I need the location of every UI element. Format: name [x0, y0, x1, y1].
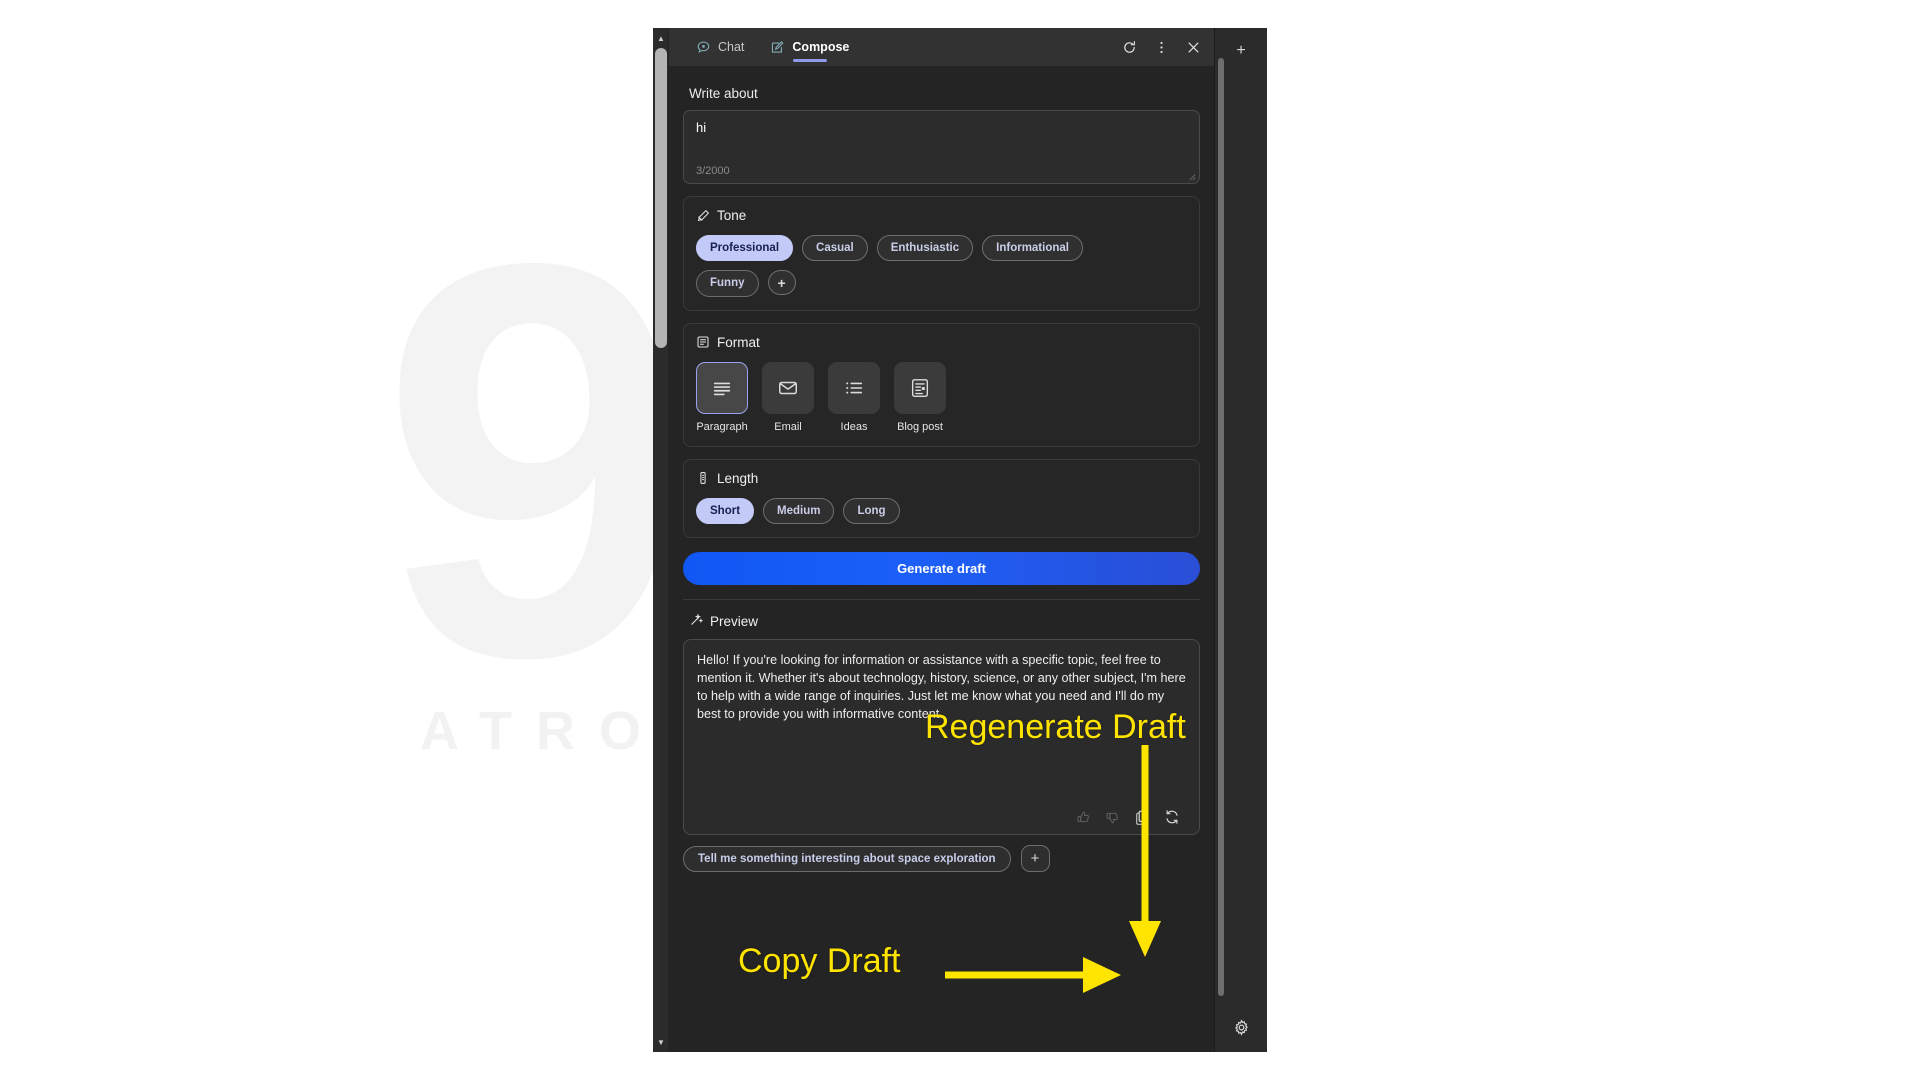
tab-chat[interactable]: Chat	[683, 28, 757, 66]
write-about-value: hi	[696, 120, 707, 135]
tone-header: Tone	[696, 208, 1187, 223]
thumbs-down-icon[interactable]	[1105, 810, 1120, 825]
blog-post-icon	[894, 361, 946, 414]
compose-panel: Chat Compose Write about hi 3/2000 Tone …	[669, 28, 1214, 1052]
screenshot-root: 9 ATRO ACADEMY ▲ ▼	[0, 0, 1920, 1080]
section-divider	[683, 599, 1200, 601]
tone-pill-casual[interactable]: Casual	[802, 235, 868, 262]
more-options-icon[interactable]	[1146, 33, 1176, 61]
format-card: Format Paragraph Email Ideas Blog post	[683, 322, 1200, 447]
envelope-icon	[762, 361, 814, 414]
close-icon[interactable]	[1178, 33, 1208, 61]
suggestion-chip-space-exploration[interactable]: Tell me something interesting about spac…	[683, 845, 1011, 872]
tone-add-button[interactable]: +	[767, 270, 796, 296]
tab-compose-label: Compose	[792, 40, 850, 54]
copy-draft-icon[interactable]	[1134, 809, 1150, 826]
write-about-char-count: 3/2000	[696, 165, 730, 177]
length-options: Short Medium Long	[696, 497, 1187, 525]
tone-pill-funny[interactable]: Funny	[696, 270, 759, 297]
compose-pencil-icon	[770, 40, 785, 55]
titlebar-actions	[1114, 33, 1208, 61]
generate-draft-button[interactable]: Generate draft	[683, 552, 1200, 586]
scrollbar-thumb[interactable]	[655, 48, 667, 348]
format-option-ideas[interactable]: Ideas	[828, 361, 880, 433]
magic-wand-icon	[689, 613, 704, 630]
format-options: Paragraph Email Ideas Blog post	[696, 361, 1187, 433]
format-label-blog-post: Blog post	[897, 420, 943, 433]
tone-pill-enthusiastic[interactable]: Enthusiastic	[876, 235, 974, 262]
suggestion-add-button[interactable]: +	[1020, 845, 1050, 873]
tone-options-row2: Funny +	[696, 270, 1187, 297]
length-pill-medium[interactable]: Medium	[763, 497, 835, 525]
length-card: Length Short Medium Long	[683, 458, 1200, 539]
format-label-email: Email	[774, 420, 802, 433]
page-scrollbar[interactable]: ▲ ▼	[653, 28, 669, 1052]
tab-chat-label: Chat	[718, 40, 745, 54]
preview-label: Preview	[710, 614, 759, 630]
tone-pill-informational[interactable]: Informational	[982, 235, 1083, 262]
right-rail: +	[1214, 28, 1267, 1052]
rail-scrollbar[interactable]	[1218, 58, 1224, 996]
format-label: Format	[717, 334, 760, 350]
suggestion-bar: Tell me something interesting about spac…	[669, 835, 1214, 885]
compose-content: Write about hi 3/2000 Tone Professional …	[669, 66, 1214, 836]
titlebar: Chat Compose	[669, 28, 1214, 66]
copilot-window: ▲ ▼ Chat Compose Write about hi 3/2000 T…	[653, 28, 1267, 1052]
refresh-icon[interactable]	[1114, 33, 1144, 61]
tab-compose[interactable]: Compose	[757, 28, 862, 66]
preview-box[interactable]: Hello! If you're looking for information…	[683, 639, 1200, 836]
tone-palette-icon	[696, 209, 710, 223]
paragraph-lines-icon	[696, 361, 748, 414]
watermark-glyph: 9	[380, 147, 691, 773]
scroll-down-arrow-icon[interactable]: ▼	[653, 1034, 669, 1050]
bullet-list-icon	[828, 361, 880, 414]
length-label: Length	[717, 470, 759, 486]
compose-body: Write about hi 3/2000 Tone Professional …	[669, 66, 1214, 1052]
tone-card: Tone Professional Casual Enthusiastic In…	[683, 196, 1200, 311]
tone-label: Tone	[717, 208, 747, 223]
write-about-label: Write about	[689, 86, 758, 101]
thumbs-up-icon[interactable]	[1076, 810, 1091, 825]
format-label-ideas: Ideas	[840, 420, 868, 433]
tone-pill-professional[interactable]: Professional	[696, 235, 794, 262]
chat-bubble-icon	[696, 40, 711, 55]
preview-actions	[697, 809, 1186, 834]
preview-header: Preview	[689, 613, 1196, 630]
tab-bar: Chat Compose	[683, 28, 862, 66]
rail-scrollbar-thumb[interactable]	[1218, 58, 1224, 996]
gear-icon[interactable]	[1226, 1012, 1256, 1042]
format-option-email[interactable]: Email	[762, 361, 814, 433]
tone-options: Professional Casual Enthusiastic Informa…	[696, 235, 1187, 262]
length-pill-long[interactable]: Long	[843, 497, 900, 525]
format-label-paragraph: Paragraph	[696, 420, 748, 433]
format-document-icon	[696, 335, 710, 349]
length-pill-short[interactable]: Short	[696, 497, 755, 525]
regenerate-draft-icon[interactable]	[1164, 809, 1180, 825]
new-chat-button[interactable]: +	[1226, 36, 1256, 66]
scroll-up-arrow-icon[interactable]: ▲	[653, 30, 669, 46]
write-about-input[interactable]: hi 3/2000	[683, 110, 1200, 184]
resize-grip-icon[interactable]	[1187, 172, 1196, 181]
length-header: Length	[696, 471, 1187, 486]
length-ruler-icon	[696, 471, 710, 485]
format-option-blog-post[interactable]: Blog post	[894, 361, 946, 433]
format-option-paragraph[interactable]: Paragraph	[696, 361, 748, 433]
format-header: Format	[696, 335, 1187, 350]
preview-text: Hello! If you're looking for information…	[697, 653, 1186, 722]
